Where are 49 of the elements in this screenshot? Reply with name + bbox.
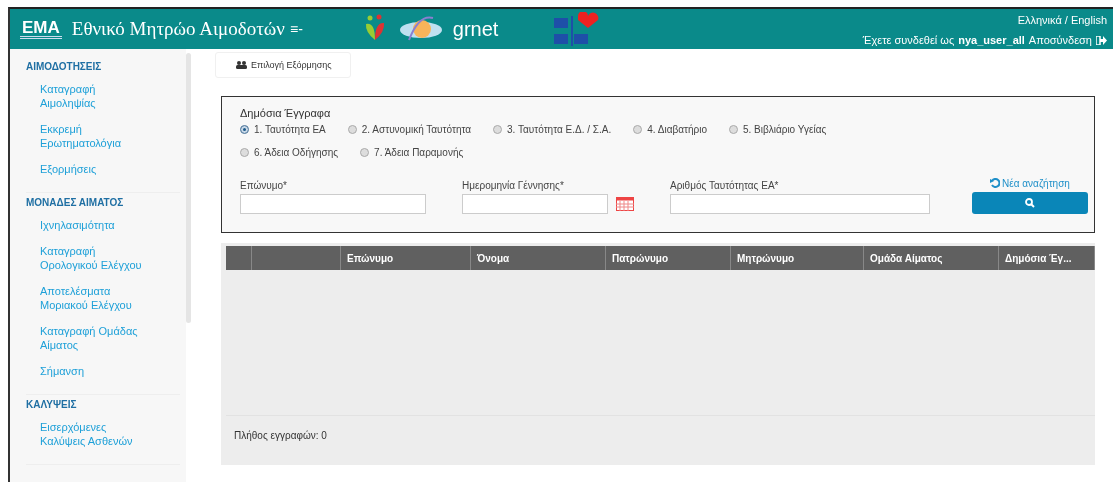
column-header[interactable]: Πατρώνυμο	[606, 246, 731, 270]
radio-button[interactable]	[240, 148, 249, 157]
tab[interactable]: Επιλογή Εξόρμησης	[215, 52, 351, 78]
input-field[interactable]	[670, 194, 930, 214]
section-heading: ΜΟΝΑΔΕΣ ΑΙΜΑΤΟΣ	[26, 197, 125, 208]
field-label: Αριθμός Ταυτότητας ΕΑ*	[670, 180, 780, 191]
radio-button[interactable]	[633, 125, 643, 134]
record-count: Πλήθος εγγραφών: 0	[233, 429, 328, 443]
header-cell	[226, 246, 252, 270]
calendar-icon[interactable]	[616, 197, 634, 211]
radio-button[interactable]	[493, 125, 503, 134]
app-title: Εθνικό Μητρώο Αιμοδοτών	[71, 18, 285, 40]
field-label: Ημερομηνία Γέννησης*	[462, 180, 565, 191]
date-field[interactable]	[462, 194, 608, 214]
logout-icon[interactable]	[1096, 35, 1107, 45]
refresh-icon	[990, 178, 1001, 188]
section-heading: ΚΑΛΥΨΕΙΣ	[26, 399, 78, 410]
users-icon	[236, 61, 247, 69]
logged-in-label: Έχετε συνδεθεί ως	[862, 34, 955, 46]
radio-option[interactable]: 5. Βιβλιάριο Υγείας	[728, 124, 827, 135]
radio-option[interactable]: 4. Διαβατήριο	[633, 124, 707, 135]
scrollbar[interactable]	[186, 53, 191, 323]
radio-button[interactable]	[360, 148, 370, 157]
radio-button[interactable]	[728, 125, 738, 134]
column-header[interactable]: Ομάδα Αίματος	[864, 246, 999, 270]
menu-toggle[interactable]: ≡-	[289, 21, 303, 37]
column-header[interactable]: Επώνυμο	[341, 246, 471, 270]
radio-option[interactable]: 7. Άδεια Παραμονής	[360, 147, 464, 158]
search-button[interactable]	[972, 192, 1088, 214]
group-label: Δημόσια Έγγραφα	[240, 107, 332, 119]
logo[interactable]: EMA	[20, 19, 62, 39]
column-header[interactable]: Δημόσια Έγ...	[999, 246, 1095, 270]
radio-option[interactable]: 2. Αστυνομική Ταυτότητα	[347, 124, 472, 135]
radio-option[interactable]: 6. Άδεια Οδήγησης	[240, 147, 339, 158]
radio-option[interactable]: 1. Ταυτότητα ΕΑ	[240, 124, 326, 135]
column-header[interactable]: Μητρώνυμο	[731, 246, 864, 270]
search-icon	[1025, 198, 1035, 208]
field-label: Επώνυμο*	[240, 180, 288, 191]
logout-link[interactable]: Αποσύνδεση	[1028, 34, 1092, 46]
input-field[interactable]	[240, 194, 426, 214]
section-heading: ΑΙΜΟΔΟΤΗΣΕΙΣ	[26, 61, 103, 72]
radio-button[interactable]	[347, 125, 357, 134]
radio-button[interactable]	[240, 125, 249, 134]
radio-option[interactable]: 3. Ταυτότητα Ε.Δ. / Σ.Α.	[493, 124, 612, 135]
language-link[interactable]: Ελληνικά / English	[1017, 12, 1107, 26]
column-header[interactable]: Όνομα	[471, 246, 606, 270]
username: nya_user_all	[958, 34, 1025, 46]
partner-logo: grnet	[452, 17, 499, 41]
new-search-link[interactable]: Νέα αναζήτηση	[990, 178, 1070, 189]
